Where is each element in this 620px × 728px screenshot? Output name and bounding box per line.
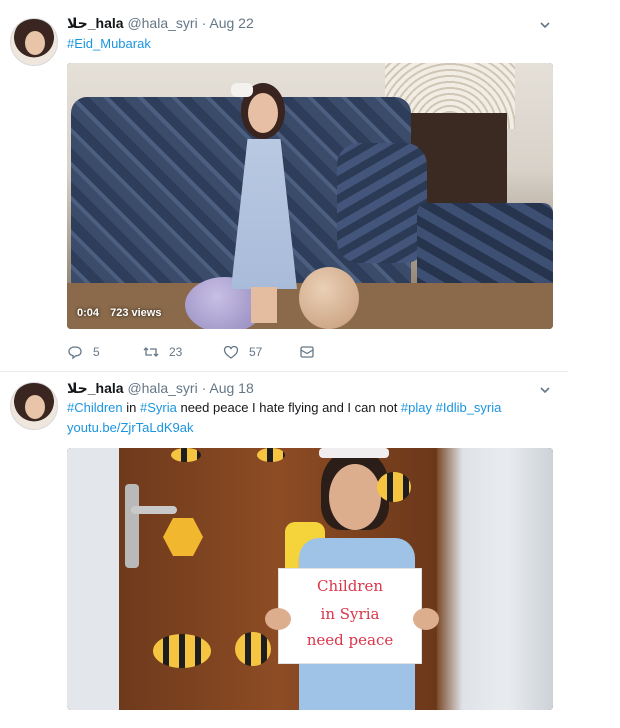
hashtag-link[interactable]: #Eid_Mubarak xyxy=(67,36,151,51)
hashtag-link[interactable]: #Children xyxy=(67,400,123,415)
tweet-text-segment: need peace I hate flying and I can not xyxy=(176,400,401,415)
chevron-down-icon[interactable] xyxy=(538,383,552,397)
video-meta: 0:04 723 views xyxy=(77,307,169,319)
display-name[interactable]: حلا_hala xyxy=(67,15,124,31)
heart-icon xyxy=(223,345,239,359)
reply-icon xyxy=(68,346,82,360)
tweet-header: حلا_hala @hala_syri · Aug 18 xyxy=(67,379,254,397)
retweet-count: 23 xyxy=(169,345,183,359)
like-count: 57 xyxy=(249,345,263,359)
reply-count: 5 xyxy=(93,345,100,359)
display-name[interactable]: حلا_hala xyxy=(67,380,124,396)
avatar[interactable] xyxy=(10,382,58,430)
sign-line: Children xyxy=(316,577,384,595)
handle[interactable]: @hala_syri xyxy=(127,380,197,396)
url-link[interactable]: youtu.be/ZjrTaLdK9ak xyxy=(67,420,193,435)
tweet-text: #Children in #Syria need peace I hate fl… xyxy=(67,398,547,438)
tweet[interactable]: حلا_hala @hala_syri · Aug 18 #Children i… xyxy=(0,372,620,728)
retweet-icon xyxy=(143,347,159,357)
sign-line: need peace xyxy=(306,631,394,649)
retweet-button[interactable]: 23 xyxy=(143,340,182,364)
tweet-text: #Eid_Mubarak xyxy=(67,34,151,54)
chevron-down-icon[interactable] xyxy=(538,18,552,32)
hashtag-link[interactable]: #Idlib_syria xyxy=(436,400,502,415)
direct-message-button[interactable] xyxy=(299,340,325,364)
separator: · xyxy=(201,380,207,396)
video-duration: 0:04 xyxy=(77,307,100,319)
tweet-date[interactable]: Aug 18 xyxy=(209,380,253,396)
avatar[interactable] xyxy=(10,18,58,66)
video-player[interactable]: 0:04 723 views xyxy=(67,63,553,329)
like-button[interactable]: 57 xyxy=(223,340,262,364)
hashtag-link[interactable]: #Syria xyxy=(140,400,177,415)
handle[interactable]: @hala_syri xyxy=(127,15,197,31)
sign-line: in Syria xyxy=(320,605,380,623)
tweet-text-segment: in xyxy=(122,400,140,415)
tweet-date[interactable]: Aug 22 xyxy=(209,15,253,31)
sign-paper: Children in Syria need peace xyxy=(278,568,422,664)
reply-button[interactable]: 5 xyxy=(67,340,100,364)
video-views: 723 views xyxy=(110,307,162,319)
tweet-image[interactable]: Children in Syria need peace xyxy=(67,448,553,710)
separator: · xyxy=(201,15,207,31)
hashtag-link[interactable]: #play xyxy=(401,400,432,415)
envelope-icon xyxy=(300,346,314,358)
tweet-header: حلا_hala @hala_syri · Aug 22 xyxy=(67,14,254,32)
tweet[interactable]: حلا_hala @hala_syri · Aug 22 #Eid_Mubara… xyxy=(0,0,620,372)
